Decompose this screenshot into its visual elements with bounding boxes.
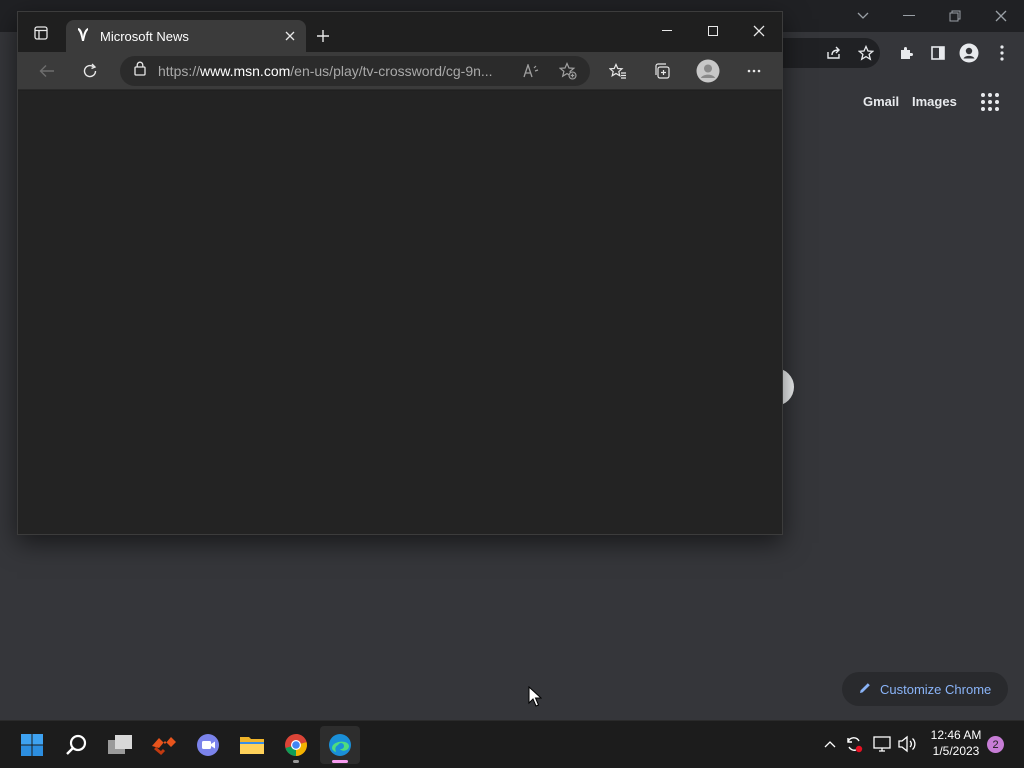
clock-time: 12:46 AM (930, 728, 982, 742)
favorites-icon[interactable] (603, 56, 633, 86)
lock-icon[interactable] (134, 61, 146, 81)
chrome-close-button[interactable] (978, 4, 1024, 28)
edge-more-icon[interactable] (739, 56, 769, 86)
tab-title: Microsoft News (100, 28, 189, 44)
edge-icon[interactable] (320, 726, 360, 764)
tab-actions-icon[interactable] (26, 18, 56, 48)
teams-chat-icon[interactable] (188, 726, 228, 764)
google-apps-icon[interactable] (979, 91, 1001, 113)
extensions-icon[interactable] (892, 40, 920, 66)
bookmark-star-icon[interactable] (852, 40, 880, 66)
new-tab-icon[interactable] (310, 24, 336, 48)
taskbar-clock[interactable]: 12:46 AM 1/5/2023 (922, 727, 990, 759)
gmail-link[interactable]: Gmail (863, 94, 899, 109)
customize-chrome-button[interactable]: Customize Chrome (842, 672, 1008, 706)
chrome-icon[interactable] (276, 726, 316, 764)
edge-close-button[interactable] (736, 16, 782, 46)
collections-icon[interactable] (647, 56, 677, 86)
start-icon[interactable] (12, 726, 52, 764)
edge-toolbar: https://www.msn.com/en-us/play/tv-crossw… (18, 52, 782, 90)
chrome-minimize-button[interactable] (886, 4, 932, 28)
volume-icon[interactable] (896, 733, 918, 755)
customize-chrome-label: Customize Chrome (880, 681, 992, 697)
read-aloud-icon[interactable] (516, 56, 546, 86)
edge-page-content (18, 91, 782, 534)
show-hidden-icons-chevron-icon[interactable] (819, 733, 841, 755)
office-app-icon[interactable] (144, 726, 184, 764)
search-icon[interactable] (56, 726, 96, 764)
clock-date: 1/5/2023 (932, 744, 980, 758)
tab-microsoft-news[interactable]: Microsoft News (66, 20, 306, 52)
refresh-icon[interactable] (75, 56, 105, 86)
edge-maximize-button[interactable] (690, 16, 736, 46)
edge-window: Microsoft News https://www.msn.com/en-us… (17, 11, 783, 535)
mouse-cursor-icon (528, 686, 542, 707)
taskbar (0, 720, 1024, 768)
share-icon[interactable] (820, 40, 848, 66)
add-favorite-icon[interactable] (553, 56, 583, 86)
back-arrow-icon[interactable] (32, 56, 62, 86)
edge-minimize-button[interactable] (644, 16, 690, 46)
notification-badge[interactable]: 2 (987, 736, 1004, 753)
side-panel-icon[interactable] (924, 40, 952, 66)
edge-titlebar: Microsoft News (18, 12, 782, 52)
file-explorer-icon[interactable] (232, 726, 272, 764)
sync-icon[interactable] (843, 733, 865, 755)
profile-icon[interactable] (955, 40, 983, 66)
tab-close-icon[interactable] (280, 26, 300, 46)
images-link[interactable]: Images (912, 94, 957, 109)
chrome-tab-search-icon[interactable] (840, 4, 886, 28)
chrome-menu-icon[interactable] (988, 40, 1016, 66)
task-view-icon[interactable] (100, 726, 140, 764)
pencil-icon (858, 681, 872, 698)
msn-favicon-icon (76, 26, 90, 47)
edge-active-indicator (332, 760, 348, 763)
chrome-running-indicator (293, 760, 299, 763)
edge-profile-icon[interactable] (693, 56, 723, 86)
network-icon[interactable] (871, 733, 893, 755)
url-text[interactable]: https://www.msn.com/en-us/play/tv-crossw… (158, 63, 498, 79)
chrome-restore-button[interactable] (932, 4, 978, 28)
